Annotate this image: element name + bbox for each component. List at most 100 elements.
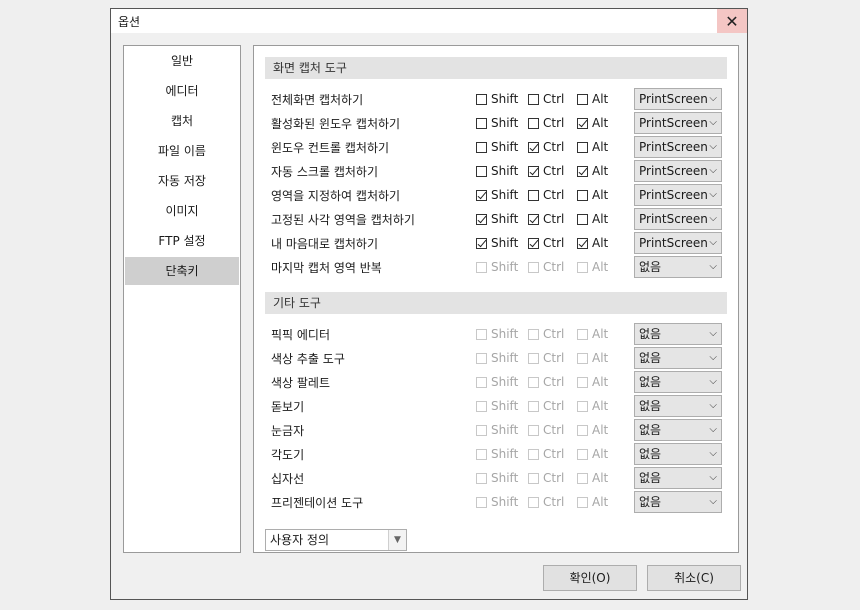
ctrl-checkbox[interactable]: Ctrl — [528, 236, 564, 250]
shift-checkbox[interactable]: Shift — [476, 236, 518, 250]
key-select[interactable]: 없음 ⌵ — [634, 347, 722, 369]
checkbox-box[interactable] — [528, 141, 539, 153]
ctrl-label: Ctrl — [543, 375, 565, 389]
ctrl-checkbox[interactable]: Ctrl — [528, 188, 564, 202]
alt-checkbox: Alt — [577, 399, 608, 413]
chevron-down-icon[interactable]: ▼ — [388, 530, 406, 550]
checkbox-box[interactable] — [476, 213, 487, 225]
alt-checkbox[interactable]: Alt — [577, 212, 608, 226]
key-value: PrintScreen — [639, 212, 708, 226]
checkbox-box[interactable] — [528, 93, 539, 105]
key-select[interactable]: 없음 ⌵ — [634, 491, 722, 513]
ok-button[interactable]: 확인(O) — [543, 565, 637, 591]
shift-checkbox: Shift — [476, 447, 518, 461]
alt-checkbox[interactable]: Alt — [577, 116, 608, 130]
shift-checkbox: Shift — [476, 471, 518, 485]
key-select[interactable]: 없음 ⌵ — [634, 443, 722, 465]
checkbox-box[interactable] — [577, 237, 588, 249]
alt-label: Alt — [592, 423, 609, 437]
shift-checkbox: Shift — [476, 495, 518, 509]
key-select[interactable]: PrintScreen ⌵ — [634, 184, 722, 206]
checkbox-box[interactable] — [577, 117, 588, 129]
checkbox-box[interactable] — [528, 189, 539, 201]
key-value: 없음 — [639, 327, 662, 341]
ctrl-checkbox[interactable]: Ctrl — [528, 164, 564, 178]
checkbox-box[interactable] — [577, 93, 588, 105]
shortcut-label: 마지막 캡처 영역 반복 — [271, 261, 382, 275]
ctrl-checkbox[interactable]: Ctrl — [528, 116, 564, 130]
checkbox-box[interactable] — [476, 141, 487, 153]
key-select[interactable]: 없음 ⌵ — [634, 419, 722, 441]
shortcut-row: 색상 팔레트 Shift Ctrl Alt 없음 ⌵ — [254, 370, 738, 394]
shift-label: Shift — [491, 260, 519, 274]
shortcut-row: 마지막 캡처 영역 반복 Shift Ctrl Alt 없음 ⌵ — [254, 255, 738, 279]
alt-label: Alt — [592, 351, 609, 365]
shift-label: Shift — [491, 116, 519, 130]
shortcut-row: 고정된 사각 영역을 캡처하기 Shift Ctrl Alt PrintScreen ⌵ — [254, 207, 738, 231]
checkbox-box[interactable] — [528, 213, 539, 225]
ctrl-checkbox[interactable]: Ctrl — [528, 140, 564, 154]
key-select[interactable]: PrintScreen ⌵ — [634, 208, 722, 230]
shortcut-label: 픽픽 에디터 — [271, 328, 331, 342]
ctrl-checkbox[interactable]: Ctrl — [528, 92, 564, 106]
sidebar-item[interactable]: 에디터 — [125, 77, 239, 105]
checkbox-box[interactable] — [476, 237, 487, 249]
checkbox-box[interactable] — [528, 117, 539, 129]
shift-checkbox[interactable]: Shift — [476, 116, 518, 130]
cancel-button[interactable]: 취소(C) — [647, 565, 741, 591]
key-value: 없음 — [639, 471, 662, 485]
checkbox-box[interactable] — [577, 213, 588, 225]
shift-checkbox[interactable]: Shift — [476, 188, 518, 202]
shift-checkbox[interactable]: Shift — [476, 164, 518, 178]
close-icon: ✕ — [725, 11, 739, 31]
ctrl-checkbox[interactable]: Ctrl — [528, 212, 564, 226]
preset-select[interactable]: 사용자 정의 ▼ — [265, 529, 407, 551]
checkbox-box[interactable] — [577, 189, 588, 201]
key-select[interactable]: PrintScreen ⌵ — [634, 112, 722, 134]
sidebar-item[interactable]: 일반 — [125, 47, 239, 75]
shift-label: Shift — [491, 212, 519, 226]
alt-checkbox[interactable]: Alt — [577, 164, 608, 178]
sidebar-item[interactable]: 이미지 — [125, 197, 239, 225]
checkbox-box[interactable] — [577, 165, 588, 177]
shift-checkbox[interactable]: Shift — [476, 140, 518, 154]
title-bar: 옵션 ✕ — [111, 9, 747, 33]
alt-checkbox[interactable]: Alt — [577, 140, 608, 154]
checkbox-box[interactable] — [476, 93, 487, 105]
sidebar-item[interactable]: 자동 저장 — [125, 167, 239, 195]
shortcut-row: 십자선 Shift Ctrl Alt 없음 ⌵ — [254, 466, 738, 490]
checkbox-box[interactable] — [528, 165, 539, 177]
shift-checkbox[interactable]: Shift — [476, 92, 518, 106]
sidebar-item[interactable]: 캡처 — [125, 107, 239, 135]
sidebar-item[interactable]: 파일 이름 — [125, 137, 239, 165]
key-select[interactable]: PrintScreen ⌵ — [634, 88, 722, 110]
checkbox-box[interactable] — [476, 117, 487, 129]
key-select[interactable]: PrintScreen ⌵ — [634, 136, 722, 158]
checkbox-box[interactable] — [476, 189, 487, 201]
key-select[interactable]: PrintScreen ⌵ — [634, 232, 722, 254]
key-select[interactable]: 없음 ⌵ — [634, 256, 722, 278]
key-select[interactable]: 없음 ⌵ — [634, 395, 722, 417]
chevron-down-icon: ⌵ — [709, 141, 717, 152]
checkbox-box — [528, 261, 539, 273]
ctrl-checkbox: Ctrl — [528, 260, 564, 274]
close-button[interactable]: ✕ — [717, 9, 747, 33]
key-select[interactable]: 없음 ⌵ — [634, 371, 722, 393]
category-sidebar: 일반 에디터 캡처 파일 이름 자동 저장 이미지 FTP 설정 단축키 — [123, 45, 241, 553]
alt-checkbox: Alt — [577, 471, 608, 485]
checkbox-box[interactable] — [577, 141, 588, 153]
ctrl-checkbox: Ctrl — [528, 471, 564, 485]
alt-checkbox[interactable]: Alt — [577, 188, 608, 202]
shift-checkbox[interactable]: Shift — [476, 212, 518, 226]
alt-checkbox[interactable]: Alt — [577, 236, 608, 250]
key-select[interactable]: PrintScreen ⌵ — [634, 160, 722, 182]
key-select[interactable]: 없음 ⌵ — [634, 323, 722, 345]
checkbox-box[interactable] — [476, 165, 487, 177]
shortcut-row: 활성화된 윈도우 캡처하기 Shift Ctrl Alt PrintScreen ⌵ — [254, 111, 738, 135]
alt-checkbox[interactable]: Alt — [577, 92, 608, 106]
key-select[interactable]: 없음 ⌵ — [634, 467, 722, 489]
preset-value: 사용자 정의 — [270, 533, 330, 547]
checkbox-box[interactable] — [528, 237, 539, 249]
sidebar-item[interactable]: FTP 설정 — [125, 227, 239, 255]
sidebar-item[interactable]: 단축키 — [125, 257, 239, 285]
